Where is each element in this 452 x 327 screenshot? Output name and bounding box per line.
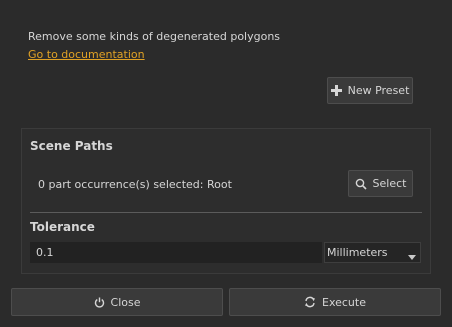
selection-status: 0 part occurrence(s) selected: Root — [38, 178, 232, 191]
plus-icon — [330, 85, 342, 96]
select-label: Select — [372, 177, 407, 190]
close-label: Close — [110, 295, 141, 309]
unit-dropdown[interactable]: Millimeters — [324, 242, 421, 263]
close-button[interactable]: Close — [11, 288, 223, 316]
select-button[interactable]: Select — [348, 170, 413, 197]
chevron-down-icon — [408, 250, 416, 263]
documentation-link[interactable]: Go to documentation — [28, 48, 145, 61]
new-preset-label: New Preset — [347, 84, 410, 97]
tolerance-title: Tolerance — [30, 220, 95, 234]
new-preset-button[interactable]: New Preset — [327, 77, 413, 104]
execute-button[interactable]: Execute — [229, 288, 441, 316]
tool-description: Remove some kinds of degenerated polygon… — [28, 30, 281, 43]
execute-label: Execute — [322, 295, 366, 309]
section-divider — [30, 212, 422, 213]
refresh-icon — [304, 296, 316, 308]
unit-selected-value: Millimeters — [327, 246, 388, 259]
magnifier-icon — [355, 178, 367, 190]
power-icon — [94, 297, 105, 308]
tolerance-input[interactable]: 0.1 — [30, 242, 322, 263]
scene-paths-title: Scene Paths — [30, 139, 113, 153]
parameters-panel: Scene Paths 0 part occurrence(s) selecte… — [21, 128, 431, 274]
